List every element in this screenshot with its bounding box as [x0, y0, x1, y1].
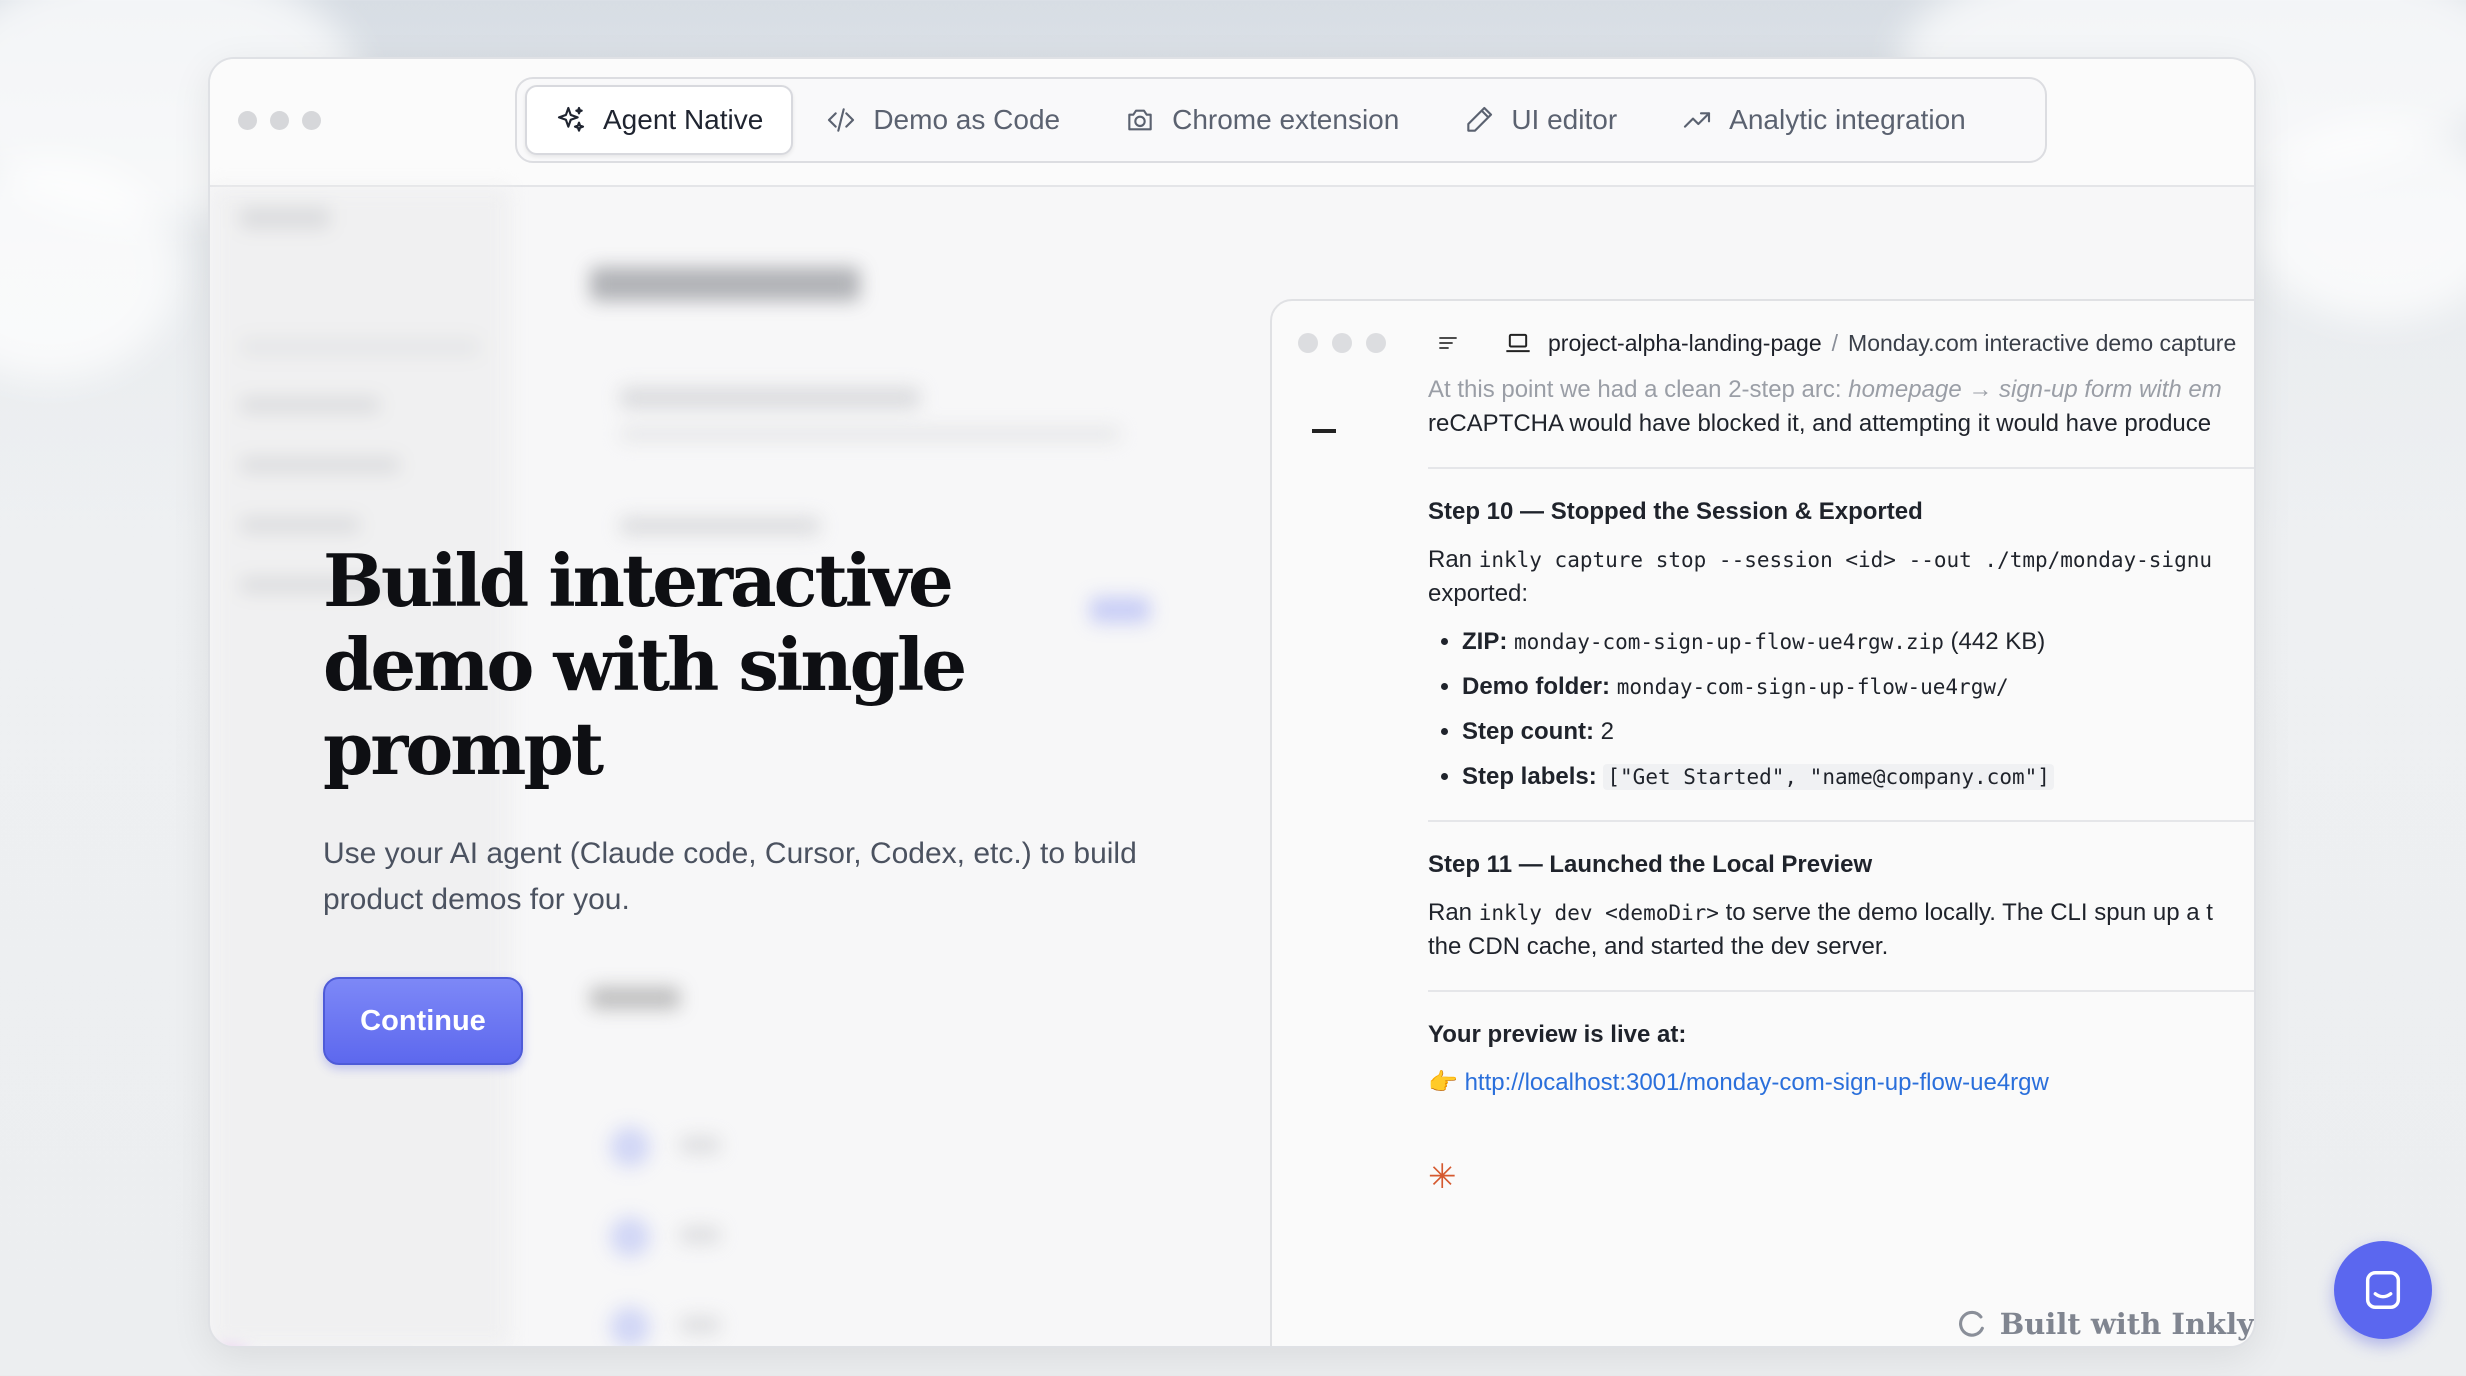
- window-dot[interactable]: [1366, 333, 1386, 353]
- step11-title: Step 11 — Launched the Local Preview: [1428, 851, 1873, 878]
- list-item: Step labels: ["Get Started", "name@compa…: [1462, 760, 2254, 794]
- item-suffix: (442 KB): [1943, 628, 2046, 655]
- window-dot[interactable]: [270, 111, 289, 130]
- conversation-title: Monday.com interactive demo capture: [1848, 329, 2237, 356]
- item-value: ["Get Started", "name@company.com"]: [1603, 764, 2054, 790]
- window-controls: [238, 111, 321, 130]
- item-label: Step count:: [1462, 718, 1594, 745]
- preview-live-title: Your preview is live at:: [1428, 1021, 1687, 1048]
- title-bar: Agent Native Demo as Code Chrome extensi…: [210, 59, 2254, 187]
- window-dot[interactable]: [1298, 333, 1318, 353]
- panel-window-controls: [1298, 333, 1386, 353]
- built-with-text: Built with Inkly: [1999, 1307, 2254, 1341]
- agent-chat-panel: project-alpha-landing-page / Monday.com …: [1270, 299, 2254, 1346]
- step11-text: to serve the demo locally. The CLI spun …: [1718, 899, 2213, 926]
- inkly-logo-icon: [1958, 1310, 1984, 1337]
- tab-chrome-extension[interactable]: Chrome extension: [1092, 87, 1431, 153]
- trending-up-icon: [1684, 112, 1711, 128]
- preview-link[interactable]: http://localhost:3001/monday-com-sign-up…: [1465, 1069, 2049, 1096]
- divider: [1428, 467, 2254, 469]
- intro-faded-line: At this point we had a clean 2-step arc:…: [1428, 373, 2254, 407]
- ran-text: Ran: [1428, 899, 1479, 926]
- item-suffix: 2: [1594, 718, 1615, 745]
- step10-command: inkly capture stop --session <id> --out …: [1478, 548, 2213, 572]
- built-with-inkly-badge[interactable]: Built with Inkly: [1954, 1307, 2254, 1341]
- asterisk-spark-icon: ✳: [1428, 1158, 1457, 1196]
- tab-label: Analytic integration: [1729, 104, 1966, 135]
- window-dot[interactable]: [238, 111, 257, 130]
- list-item: Step count: 2: [1462, 715, 2254, 749]
- step11-line2: the CDN cache, and started the dev serve…: [1428, 933, 1889, 960]
- tab-label: Demo as Code: [873, 104, 1061, 135]
- pointing-hand-icon: 👉: [1428, 1069, 1458, 1096]
- continue-button[interactable]: Continue: [323, 977, 523, 1065]
- exported-label: exported:: [1428, 580, 1529, 607]
- project-breadcrumb[interactable]: project-alpha-landing-page: [1548, 330, 1822, 357]
- hero-subtitle: Use your AI agent (Claude code, Cursor, …: [323, 837, 1137, 916]
- feature-tabs: Agent Native Demo as Code Chrome extensi…: [515, 77, 2047, 163]
- step11-command-line: Ran inkly dev <demoDir> to serve the dem…: [1428, 896, 2254, 930]
- item-label: ZIP:: [1462, 628, 1508, 655]
- chat-support-button[interactable]: [2334, 1241, 2432, 1339]
- item-label: Demo folder:: [1462, 673, 1611, 700]
- preview-link-line: 👉 http://localhost:3001/monday-com-sign-…: [1428, 1066, 2254, 1100]
- window-dot[interactable]: [302, 111, 321, 130]
- camera-icon: [1128, 109, 1152, 131]
- item-label: Step labels:: [1462, 763, 1597, 790]
- step10-title: Step 10 — Stopped the Session & Exported: [1428, 498, 1923, 525]
- laptop-icon: [1506, 333, 1530, 353]
- item-value: monday-com-sign-up-flow-ue4rgw/: [1616, 675, 2009, 699]
- tab-demo-as-code[interactable]: Demo as Code: [793, 87, 1092, 153]
- tab-analytic-integration[interactable]: Analytic integration: [1649, 87, 1998, 153]
- menu-icon[interactable]: [1436, 331, 1460, 355]
- sidebar-toggle[interactable]: [1312, 429, 1336, 433]
- tab-label: Agent Native: [603, 104, 764, 135]
- step10-command-line: Ran inkly capture stop --session <id> --…: [1428, 543, 2254, 577]
- hero-headline: Build interactive demo with single promp…: [323, 538, 967, 791]
- window-dot[interactable]: [1332, 333, 1352, 353]
- app-window: Agent Native Demo as Code Chrome extensi…: [208, 57, 2256, 1348]
- intro-line: reCAPTCHA would have blocked it, and att…: [1428, 410, 2212, 437]
- pencil-icon: [1467, 106, 1493, 132]
- code-icon: [828, 108, 855, 132]
- item-value: monday-com-sign-up-flow-ue4rgw.zip: [1514, 630, 1944, 654]
- step11-command: inkly dev <demoDir>: [1478, 901, 1719, 925]
- chat-transcript: At this point we had a clean 2-step arc:…: [1428, 373, 2254, 1196]
- sparkles-icon: [557, 106, 585, 132]
- intro-text: At this point we had a clean 2-step arc:: [1428, 376, 1849, 403]
- chat-icon: [2365, 1271, 2401, 1309]
- tab-label: UI editor: [1511, 104, 1618, 135]
- intro-emphasis: homepage → sign-up form with em: [1848, 376, 2222, 403]
- breadcrumb-separator: /: [1831, 329, 1839, 356]
- divider: [1428, 820, 2254, 822]
- tab-agent-native[interactable]: Agent Native: [525, 85, 794, 155]
- hero-section: Build interactive demo with single promp…: [323, 539, 1223, 1065]
- list-item: ZIP: monday-com-sign-up-flow-ue4rgw.zip …: [1462, 625, 2254, 659]
- divider: [1428, 990, 2254, 992]
- export-list: ZIP: monday-com-sign-up-flow-ue4rgw.zip …: [1428, 625, 2254, 794]
- list-item: Demo folder: monday-com-sign-up-flow-ue4…: [1462, 670, 2254, 704]
- tab-label: Chrome extension: [1172, 104, 1400, 135]
- ran-text: Ran: [1428, 546, 1479, 573]
- tab-ui-editor[interactable]: UI editor: [1431, 87, 1649, 153]
